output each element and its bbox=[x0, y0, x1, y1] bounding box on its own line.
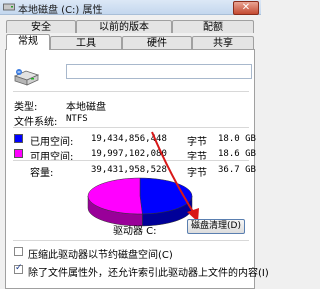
used-space-swatch bbox=[14, 134, 23, 143]
filesystem-value: NTFS bbox=[66, 114, 88, 124]
tab-security[interactable]: 安全 bbox=[6, 20, 76, 33]
type-value: 本地磁盘 bbox=[66, 102, 106, 113]
tab-hardware[interactable]: 硬件 bbox=[122, 36, 192, 49]
divider bbox=[13, 240, 249, 241]
compress-drive-checkbox[interactable] bbox=[14, 247, 23, 256]
capacity-size: 36.7 GB bbox=[218, 165, 256, 175]
window-title: 本地磁盘 (C:) 属性 bbox=[18, 5, 103, 16]
compress-drive-label: 压缩此驱动器以节约磁盘空间(C) bbox=[28, 250, 173, 261]
divider bbox=[13, 91, 249, 92]
used-space-size: 18.0 GB bbox=[218, 134, 256, 144]
type-label: 类型: bbox=[14, 102, 38, 113]
disk-cleanup-button[interactable]: 磁盘清理(D) bbox=[187, 219, 245, 234]
hard-drive-icon bbox=[13, 69, 39, 86]
drive-label: 驱动器 C: bbox=[113, 226, 157, 237]
tab-quota[interactable]: 配额 bbox=[172, 20, 254, 33]
index-drive-label: 除了文件属性外，还允许索引此驱动器上文件的内容(I) bbox=[28, 268, 269, 279]
tab-sharing[interactable]: 共享 bbox=[192, 36, 254, 49]
tab-previous-versions[interactable]: 以前的版本 bbox=[76, 20, 172, 33]
used-space-label: 已用空间: bbox=[30, 137, 74, 148]
free-space-size: 18.6 GB bbox=[218, 149, 256, 159]
filesystem-label: 文件系统: bbox=[14, 117, 58, 128]
red-arrow-annotation bbox=[151, 131, 199, 222]
close-button[interactable]: ✕ bbox=[233, 1, 259, 15]
divider bbox=[13, 160, 249, 161]
divider bbox=[13, 127, 249, 128]
drive-name-input[interactable] bbox=[66, 64, 252, 79]
drive-icon bbox=[3, 3, 15, 11]
title-bar[interactable]: 本地磁盘 (C:) 属性 ✕ bbox=[0, 0, 261, 16]
tab-tools[interactable]: 工具 bbox=[50, 36, 122, 49]
index-drive-checkbox[interactable] bbox=[14, 263, 23, 274]
capacity-label: 容量: bbox=[30, 168, 54, 179]
tab-general[interactable]: 常规 bbox=[6, 34, 50, 50]
free-space-swatch bbox=[14, 149, 23, 158]
